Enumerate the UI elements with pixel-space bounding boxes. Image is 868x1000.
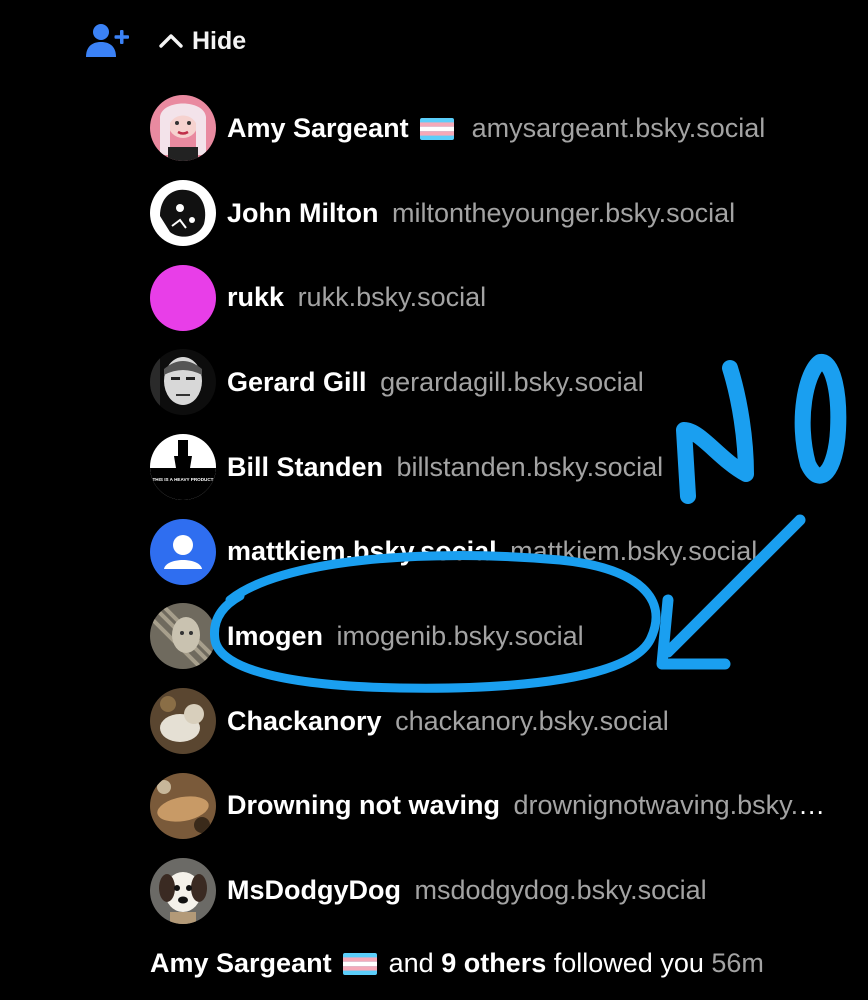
follower-handle: mattkiem.bsky.social	[510, 536, 758, 567]
follower-handle: drownignotwaving.bsky.social	[513, 790, 838, 821]
follower-row[interactable]: THIS IS A HEAVY PRODUCT Bill Standen bil…	[150, 425, 868, 510]
follow-summary: Amy Sargeant and 9 others followed you 5…	[150, 948, 764, 979]
follower-name[interactable]: mattkiem.bsky.social	[227, 536, 497, 566]
follower-row[interactable]: Imogen imogenib.bsky.social	[150, 594, 868, 679]
avatar[interactable]	[150, 603, 216, 670]
avatar[interactable]	[150, 772, 216, 839]
chevron-up-icon	[159, 34, 183, 48]
person-add-icon	[84, 21, 132, 61]
follower-handle: msdodgydog.bsky.social	[414, 875, 707, 906]
follower-row[interactable]: mattkiem.bsky.social mattkiem.bsky.socia…	[150, 509, 868, 594]
notification-header: Hide	[84, 18, 246, 64]
summary-and: and	[388, 948, 434, 978]
follower-handle: billstanden.bsky.social	[396, 451, 664, 482]
default-avatar-icon[interactable]	[150, 518, 216, 585]
follower-row[interactable]: John Milton miltontheyounger.bsky.social	[150, 171, 868, 256]
follower-name[interactable]: Imogen	[227, 621, 323, 651]
follower-handle: rukk.bsky.social	[297, 282, 487, 313]
follower-row[interactable]: Amy Sargeant amysargeant.bsky.social	[150, 86, 868, 171]
follower-name[interactable]: Gerard Gill	[227, 367, 367, 397]
trans-flag-icon	[420, 117, 455, 140]
follower-name[interactable]: Bill Standen	[227, 452, 383, 482]
summary-name[interactable]: Amy Sargeant	[150, 948, 332, 978]
summary-followed: followed you	[553, 948, 704, 978]
follower-handle: imogenib.bsky.social	[336, 620, 584, 651]
follower-name[interactable]: Drowning not waving	[227, 790, 500, 820]
trans-flag-icon	[343, 953, 378, 975]
avatar[interactable]	[150, 857, 216, 924]
summary-others[interactable]: 9 others	[441, 948, 546, 978]
follower-list: Amy Sargeant amysargeant.bsky.social Joh…	[150, 86, 868, 933]
avatar[interactable]: THIS IS A HEAVY PRODUCT	[150, 434, 216, 501]
avatar[interactable]	[150, 264, 216, 331]
annotation-text: No	[0, 0, 2, 1]
follower-row[interactable]: MsDodgyDog msdodgydog.bsky.social	[150, 848, 868, 933]
follower-handle: miltontheyounger.bsky.social	[391, 197, 736, 228]
avatar[interactable]	[150, 688, 216, 755]
avatar[interactable]	[150, 349, 216, 416]
follower-row[interactable]: rukk rukk.bsky.social	[150, 255, 868, 340]
follower-name[interactable]: MsDodgyDog	[227, 875, 401, 905]
avatar[interactable]	[150, 95, 216, 162]
follower-name[interactable]: Chackanory	[227, 706, 382, 736]
hide-label: Hide	[192, 26, 247, 55]
follower-name[interactable]: rukk	[227, 282, 284, 312]
follower-row[interactable]: Gerard Gill gerardagill.bsky.social	[150, 340, 868, 425]
follower-handle: amysargeant.bsky.social	[471, 112, 766, 143]
follower-name[interactable]: John Milton	[227, 198, 378, 228]
summary-time: 56m	[711, 948, 764, 978]
follower-handle: gerardagill.bsky.social	[380, 366, 644, 397]
avatar[interactable]	[150, 180, 216, 247]
follower-name[interactable]: Amy Sargeant	[227, 113, 409, 143]
hide-button[interactable]: Hide	[158, 27, 246, 56]
follower-row[interactable]: Chackanory chackanory.bsky.social	[150, 679, 868, 764]
follower-handle: chackanory.bsky.social	[395, 705, 669, 736]
follower-row[interactable]: Drowning not waving drownignotwaving.bsk…	[150, 764, 868, 849]
avatar-caption: THIS IS A HEAVY PRODUCT	[152, 477, 213, 482]
